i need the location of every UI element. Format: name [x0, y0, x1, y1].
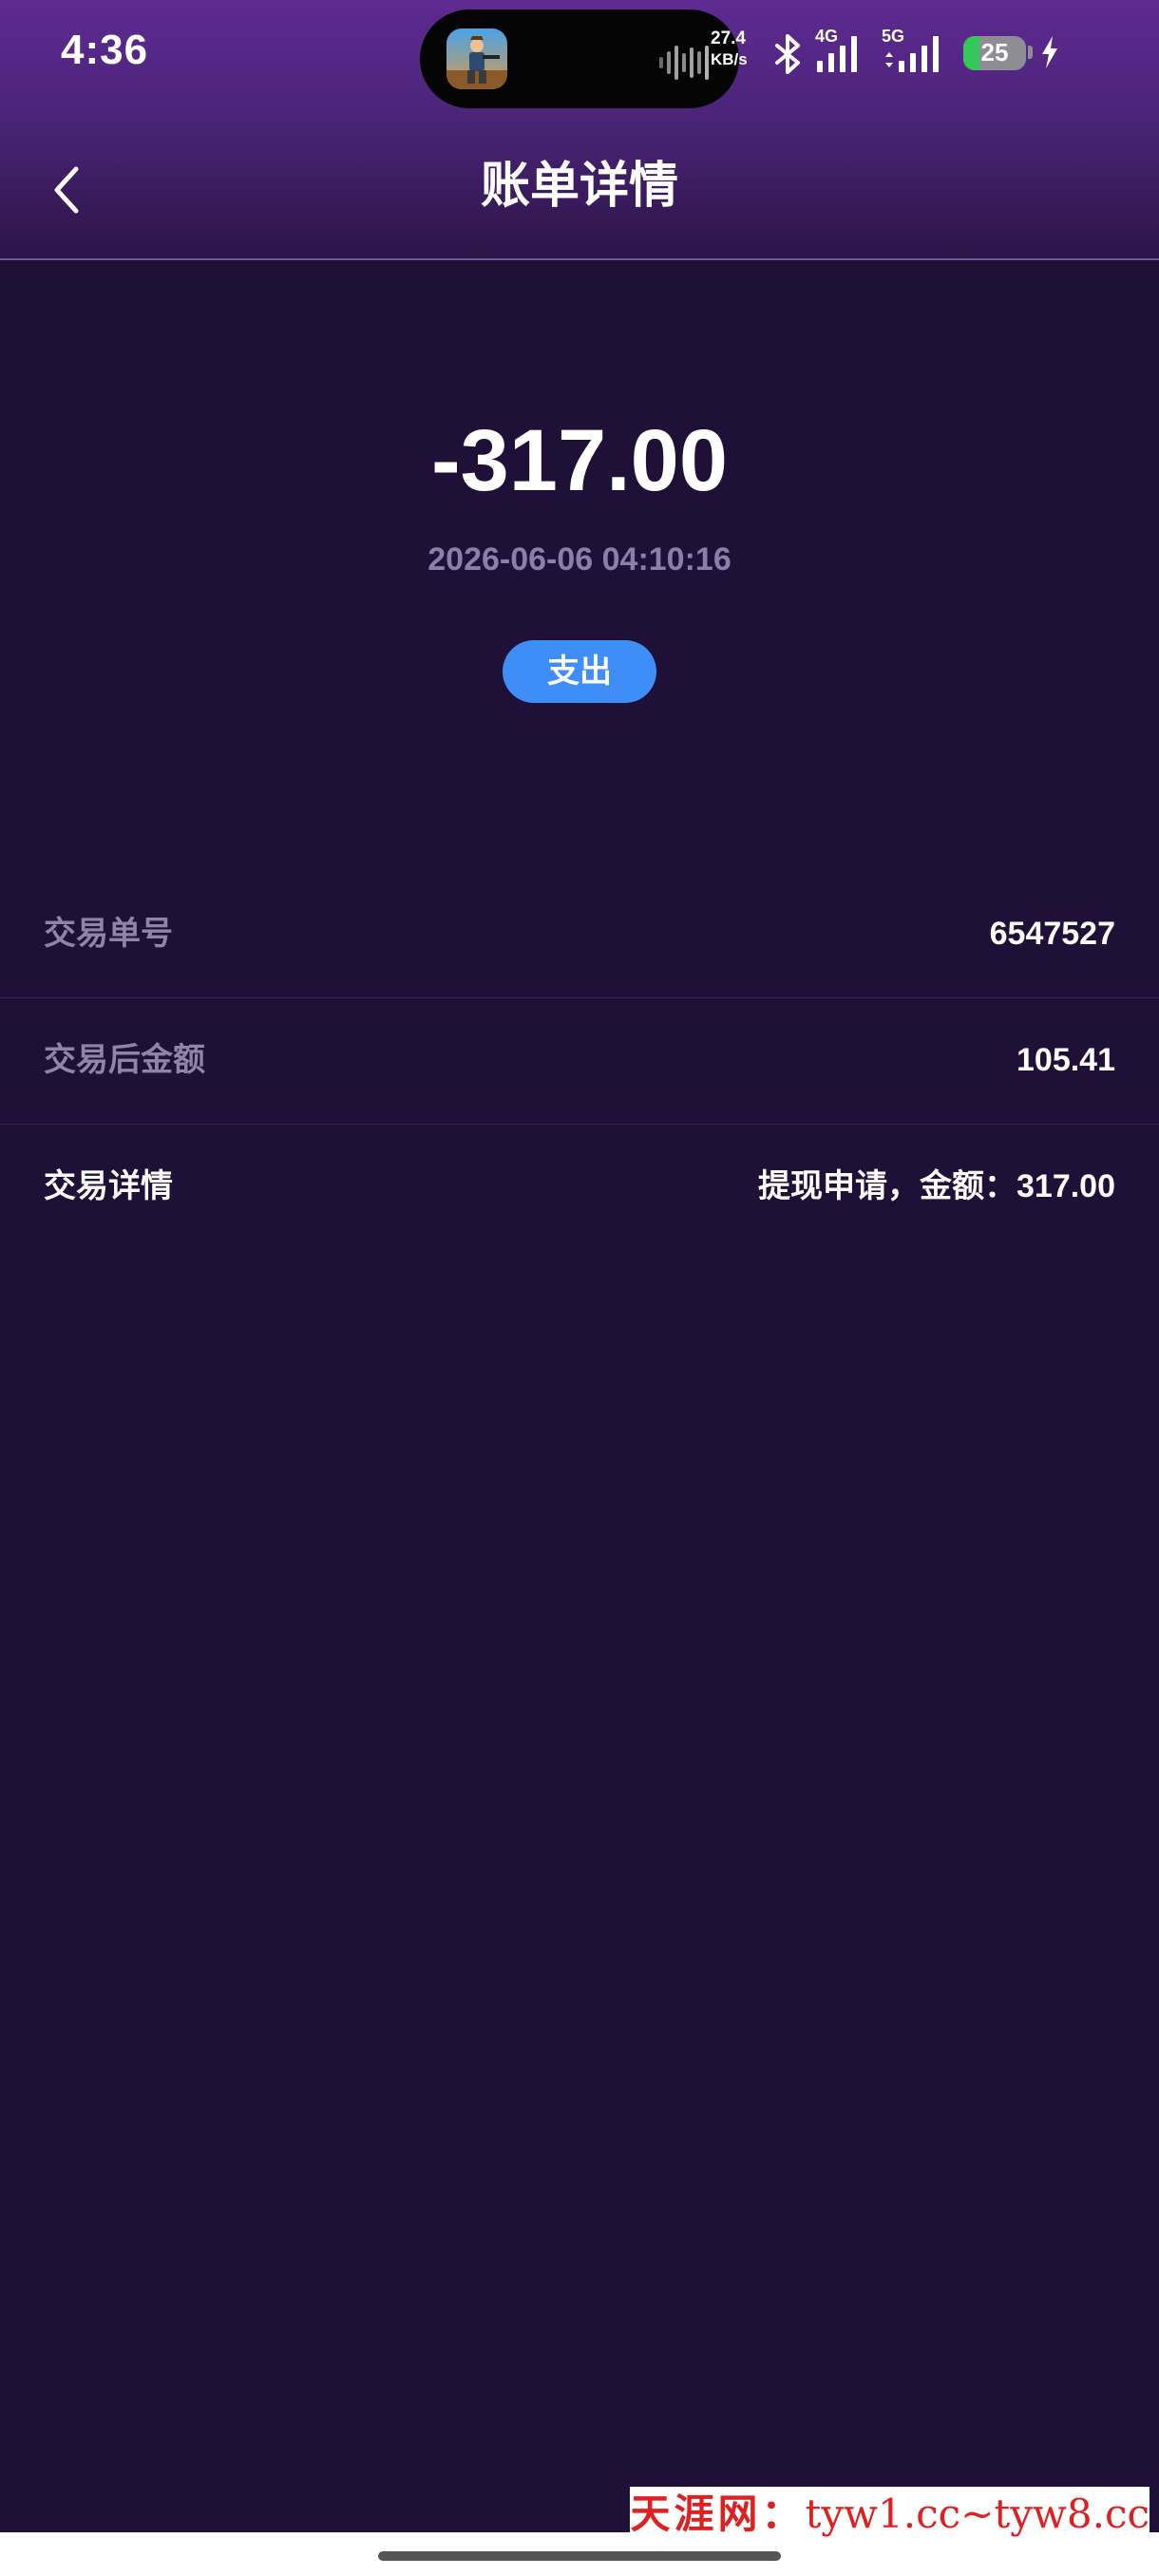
detail-label: 交易单号 [44, 916, 173, 952]
detail-list: 交易单号 6547527 交易后金额 105.41 交易详情 提现申请，金额：3… [0, 872, 1159, 1250]
transaction-amount: -317.00 [430, 412, 729, 509]
site-watermark: 天涯网：tyw1.cc~tyw8.cc [630, 2487, 1150, 2542]
signal-5g-icon: 5G [882, 27, 950, 76]
signal-4g-icon: 4G [811, 27, 874, 76]
network-speed: 27.4 KB/s [711, 28, 768, 70]
status-bar: 4:36 27.4 KB/s 4G 5G 25 [0, 0, 1159, 114]
status-indicators: 27.4 KB/s 4G 5G 25 [711, 27, 1110, 84]
detail-value: 105.41 [1016, 1042, 1115, 1078]
battery-level: 25 [980, 38, 1009, 66]
detail-label: 交易后金额 [44, 1042, 205, 1078]
game-app-icon[interactable] [446, 28, 507, 89]
detail-row-balance-after: 交易后金额 105.41 [0, 998, 1159, 1125]
page-title: 账单详情 [480, 159, 678, 214]
detail-label: 交易详情 [44, 1168, 173, 1204]
dynamic-island[interactable] [420, 9, 739, 108]
detail-value: 6547527 [989, 916, 1115, 952]
watermark-site-url: tyw1.cc~tyw8.cc [805, 2491, 1150, 2537]
network-speed-unit: KB/s [711, 50, 748, 68]
detail-value: 提现申请，金额：317.00 [758, 1168, 1115, 1204]
network-speed-value: 27.4 [711, 28, 746, 48]
transaction-type-badge: 支出 [503, 640, 656, 703]
bluetooth-icon [770, 32, 808, 76]
detail-row-description: 交易详情 提现申请，金额：317.00 [0, 1125, 1159, 1250]
watermark-site-name: 天涯网： [630, 2491, 806, 2537]
battery-tip [1028, 46, 1033, 59]
audio-wave-icon [657, 44, 711, 82]
transaction-datetime: 2026-06-06 04:10:16 [428, 541, 732, 578]
home-indicator[interactable] [378, 2551, 781, 2561]
battery-icon: 25 [963, 36, 1026, 70]
charging-bolt-icon [1039, 34, 1060, 70]
detail-row-order-number: 交易单号 6547527 [0, 872, 1159, 998]
status-time: 4:36 [61, 27, 149, 73]
page-header: 账单详情 [0, 133, 1159, 247]
